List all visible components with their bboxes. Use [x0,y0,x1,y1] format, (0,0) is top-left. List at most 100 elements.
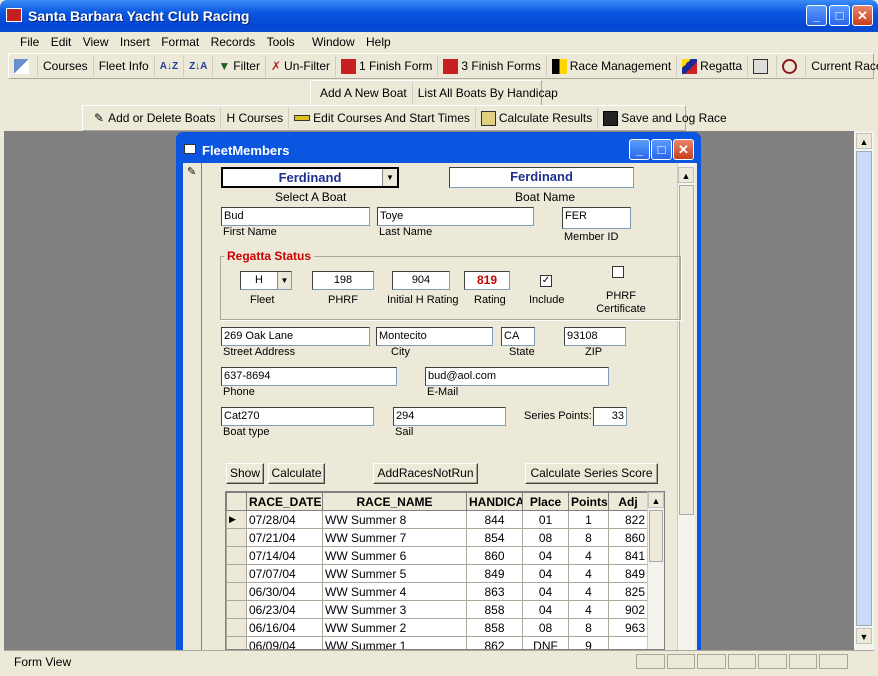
record-selector[interactable]: ✎ [183,163,202,650]
col-race-date[interactable]: RACE_DATE [246,492,323,511]
cell-race-name[interactable]: WW Summer 1 [322,636,467,649]
cell-place[interactable]: 04 [522,546,569,565]
rating-field[interactable]: 819 [464,271,510,290]
initial-h-rating-field[interactable]: 904 [392,271,450,290]
cell-adj[interactable]: 822 [608,510,648,529]
regatta-button[interactable]: Regatta [676,55,747,77]
row-selector[interactable] [226,636,247,649]
menu-view[interactable]: View [79,32,113,52]
calculator-button[interactable] [747,55,776,77]
cell-points[interactable]: 4 [568,600,609,619]
cell-race-name[interactable]: WW Summer 6 [322,546,467,565]
list-boats-button[interactable]: List All Boats By Handicap [411,82,563,104]
boat-type-field[interactable]: Cat270 [221,407,374,426]
cell-place[interactable]: 04 [522,564,569,583]
cell-race-date[interactable]: 07/14/04 [246,546,323,565]
unfilter-button[interactable]: ✗ Un-Filter [264,55,335,77]
phone-field[interactable]: 637-8694 [221,367,397,386]
h-courses-button[interactable]: H Courses [220,107,288,129]
cell-adj[interactable]: 841 [608,546,648,565]
menu-help[interactable]: Help [362,32,395,52]
cell-race-date[interactable]: 07/07/04 [246,564,323,583]
menu-edit[interactable]: Edit [47,32,76,52]
cell-race-date[interactable]: 06/30/04 [246,582,323,601]
fleet-info-button[interactable]: Fleet Info [92,55,154,77]
cell-race-date[interactable]: 07/28/04 [246,510,323,529]
cell-points[interactable]: 4 [568,582,609,601]
clock-button[interactable] [776,55,805,77]
menu-file[interactable]: File [16,32,43,52]
phrf-certificate-checkbox[interactable] [612,266,624,278]
add-new-boat-button[interactable]: Add A New Boat [315,82,412,104]
sail-field[interactable]: 294 [393,407,506,426]
cell-place[interactable]: 08 [522,618,569,637]
menu-format[interactable]: Format [157,32,203,52]
form-vscroll[interactable]: ▲ [677,163,695,650]
col-place[interactable]: Place [522,492,569,511]
fleet-dropdown-icon[interactable]: ▼ [277,272,291,289]
row-selector[interactable] [226,564,247,583]
row-selector[interactable] [226,582,247,601]
calculate-series-score-button[interactable]: Calculate Series Score [525,463,658,484]
cell-handicap[interactable]: 854 [466,528,523,547]
email-field[interactable]: bud@aol.com [425,367,609,386]
include-checkbox[interactable]: ✓ [540,275,552,287]
edit-courses-button[interactable]: Edit Courses And Start Times [288,107,475,129]
cell-handicap[interactable]: 863 [466,582,523,601]
cell-place[interactable]: 04 [522,582,569,601]
zip-field[interactable]: 93108 [564,327,626,346]
table-row[interactable]: 06/09/04 WW Summer 1 862 DNF 9 [226,636,648,649]
cell-place[interactable]: 08 [522,528,569,547]
cell-race-name[interactable]: WW Summer 2 [322,618,467,637]
cell-handicap[interactable]: 858 [466,600,523,619]
form-scroll-up[interactable]: ▲ [678,167,694,183]
col-points[interactable]: Points [568,492,609,511]
finish-form-button[interactable]: 1 Finish Form [335,55,437,77]
cell-points[interactable]: 4 [568,546,609,565]
race-management-button[interactable]: Race Management [545,55,676,77]
add-races-not-run-button[interactable]: AddRacesNotRun [373,463,478,484]
dropdown-arrow-icon[interactable]: ▼ [382,169,397,186]
form-minimize-button[interactable]: _ [629,139,650,160]
cell-handicap[interactable]: 862 [466,636,523,649]
cell-adj[interactable] [608,636,648,649]
cell-race-date[interactable]: 07/21/04 [246,528,323,547]
form-maximize-button[interactable]: □ [651,139,672,160]
cell-race-name[interactable]: WW Summer 8 [322,510,467,529]
row-selector[interactable]: ▶ [226,510,247,529]
series-points-field[interactable]: 33 [593,407,627,426]
table-row[interactable]: 06/16/04 WW Summer 2 858 08 8 963 [226,618,648,637]
cell-race-date[interactable]: 06/09/04 [246,636,323,649]
design-view-button[interactable] [9,55,37,77]
cell-adj[interactable]: 902 [608,600,648,619]
grid-scroll-thumb[interactable] [649,510,663,562]
cell-race-name[interactable]: WW Summer 7 [322,528,467,547]
cell-points[interactable]: 9 [568,636,609,649]
cell-place[interactable]: DNF [522,636,569,649]
cell-points[interactable]: 8 [568,528,609,547]
row-selector[interactable] [226,600,247,619]
cell-adj[interactable]: 860 [608,528,648,547]
col-race-name[interactable]: RACE_NAME [322,492,467,511]
maximize-button[interactable]: □ [829,5,850,26]
phrf-field[interactable]: 198 [312,271,374,290]
scroll-up-arrow[interactable]: ▲ [856,133,872,149]
current-race-button[interactable]: Current Race [805,55,878,77]
city-field[interactable]: Montecito [376,327,493,346]
row-selector[interactable] [226,546,247,565]
boat-name-field[interactable]: Ferdinand [449,167,634,188]
table-row[interactable]: 07/07/04 WW Summer 5 849 04 4 849 [226,564,648,583]
cell-handicap[interactable]: 858 [466,618,523,637]
member-id-field[interactable]: FER [562,207,631,229]
cell-adj[interactable]: 849 [608,564,648,583]
fleet-combo[interactable]: H ▼ [240,271,292,290]
cell-points[interactable]: 1 [568,510,609,529]
table-row[interactable]: 06/30/04 WW Summer 4 863 04 4 825 [226,582,648,601]
scroll-thumb[interactable] [856,151,872,626]
row-selector[interactable] [226,528,247,547]
cell-race-name[interactable]: WW Summer 3 [322,600,467,619]
workspace-scrollbar[interactable]: ▲ ▼ [854,131,874,650]
finish-forms-button[interactable]: 3 Finish Forms [437,55,545,77]
cell-race-date[interactable]: 06/16/04 [246,618,323,637]
add-delete-boats-button[interactable]: ✎ Add or Delete Boats [89,107,220,129]
